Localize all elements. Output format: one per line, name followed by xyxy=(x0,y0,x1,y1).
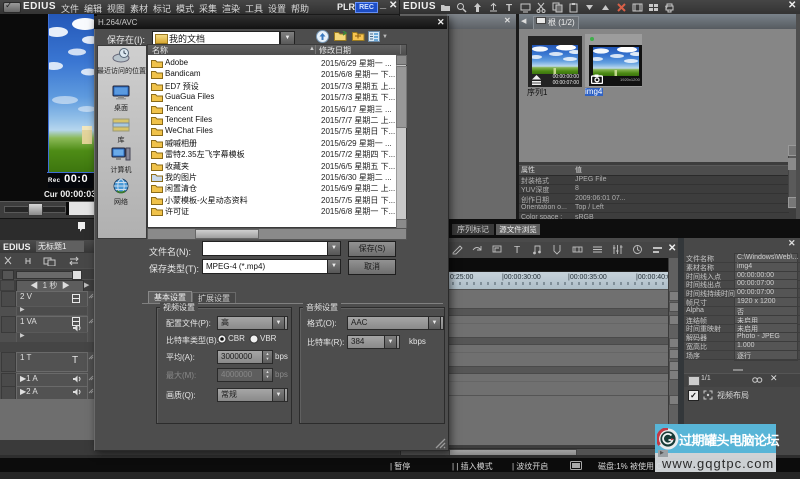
svg-text:T: T xyxy=(514,245,520,255)
svg-text:T: T xyxy=(506,3,512,13)
